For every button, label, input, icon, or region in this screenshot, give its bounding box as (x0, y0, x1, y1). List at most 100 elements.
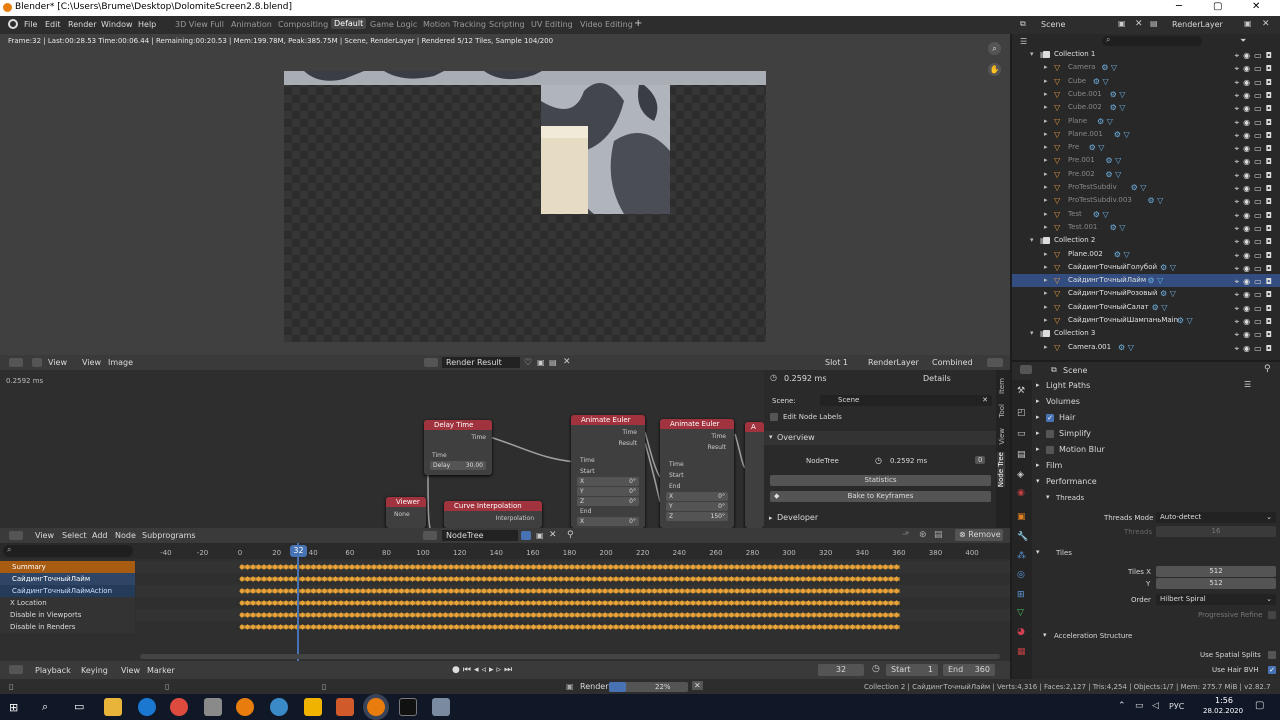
image-menu[interactable]: Image (108, 358, 133, 367)
visibility-toggles[interactable]: ⌖◉▭◘ (1235, 155, 1276, 168)
delete-layer-icon[interactable]: ✕ (1262, 19, 1270, 29)
dopesheet-timeline[interactable]: ⌕ 32 -40 -20 0 20 40 60 80 100 120 140 160 180 200 22… (0, 543, 1010, 661)
outliner-object-row[interactable]: ▸ ▽ Pre ⚙ ▽ ⌖◉▭◘ (1012, 141, 1280, 154)
snap-icon[interactable]: ⊛ (919, 530, 927, 540)
z-value[interactable]: 150° (711, 512, 725, 521)
parent-icon[interactable]: ⬏ (902, 530, 910, 540)
app-icon[interactable] (432, 698, 450, 716)
outliner-object-row[interactable]: ▸ ▽ Cube.001 ⚙ ▽ ⌖◉▭◘ (1012, 88, 1280, 101)
tab-item[interactable]: Item (998, 378, 1006, 394)
outliner-object-row[interactable]: ▸ ▽ СайдингТочныйГолубой ⚙ ▽ ⌖◉▭◘ (1012, 261, 1280, 274)
search-icon[interactable]: ⌕ (42, 700, 48, 714)
visibility-toggles[interactable]: ⌖◉▭◘ (1235, 315, 1276, 328)
channel-search-field[interactable]: ⌕ (3, 545, 133, 557)
overlay-icon[interactable]: ▤ (934, 530, 943, 540)
horizontal-scrollbar[interactable] (140, 654, 1000, 659)
view-menu-2[interactable]: View (82, 358, 101, 367)
clock-time[interactable]: 1:56 (1215, 696, 1233, 705)
expand-arrow-icon[interactable]: ▸ (1044, 301, 1048, 314)
new-tree-icon[interactable]: ▣ (536, 531, 544, 540)
visibility-toggles[interactable]: ⌖◉▭◘ (1235, 129, 1276, 142)
pass-selector[interactable]: Combined (932, 358, 973, 367)
outliner-object-row[interactable]: ▸ ▽ ProTestSubdiv.003 ⚙ ▽ ⌖◉▭◘ (1012, 194, 1280, 207)
playback-controls[interactable]: ●⏮◂◃▸▹⏭ (452, 665, 515, 675)
visibility-toggles[interactable]: ⌖◉▭◘ (1235, 235, 1276, 248)
node-curve-interpolation[interactable]: Curve Interpolation Interpolation (444, 501, 542, 528)
motion-blur-checkbox[interactable] (1046, 446, 1054, 454)
edge-icon[interactable] (138, 698, 156, 716)
modifier-icon[interactable]: ⚙ ▽ (1131, 181, 1147, 194)
start-frame-field[interactable]: Start 1 (886, 664, 938, 676)
expand-arrow-icon[interactable]: ▸ (1044, 287, 1048, 300)
menu-render[interactable]: Render (68, 20, 96, 29)
terminal-icon[interactable] (399, 698, 417, 716)
clear-icon[interactable]: ✕ (982, 395, 988, 406)
expand-arrow-icon[interactable]: ▾ (1030, 48, 1034, 61)
object-tab-icon[interactable]: ▣ (1017, 512, 1026, 522)
simplify-checkbox[interactable] (1046, 430, 1054, 438)
expand-arrow-icon[interactable]: ▸ (1044, 261, 1048, 274)
edit-labels-checkbox[interactable] (770, 413, 778, 421)
nodetree-name-field[interactable]: NodeTree (442, 530, 518, 541)
threads-mode-dropdown[interactable]: Auto-detect ⌄ (1156, 512, 1276, 523)
modifier-icon[interactable]: ⚙ ▽ (1093, 208, 1109, 221)
add-workspace-icon[interactable]: + (634, 18, 642, 29)
visibility-toggles[interactable]: ⌖◉▭◘ (1235, 62, 1276, 75)
modifier-tab-icon[interactable]: 🔧 (1017, 532, 1028, 542)
clock-date[interactable]: 28.02.2020 (1203, 707, 1243, 715)
modifier-icon[interactable]: ⚙ ▽ (1177, 314, 1193, 327)
visibility-toggles[interactable]: ⌖◉▭◘ (1235, 328, 1276, 341)
outliner-object-row[interactable]: ▸ ▽ Plane.001 ⚙ ▽ ⌖◉▭◘ (1012, 128, 1280, 141)
expand-arrow-icon[interactable]: ▸ (1044, 101, 1048, 114)
chrome-icon[interactable] (170, 698, 188, 716)
blender-active-icon[interactable] (367, 698, 385, 716)
channel-row[interactable]: Summary (0, 561, 135, 573)
tray-chevron-icon[interactable]: ⌃ (1118, 701, 1126, 711)
output-tab-icon[interactable]: ▭ (1017, 429, 1026, 439)
world-tab-icon[interactable]: ◉ (1017, 488, 1025, 498)
tiles-header[interactable]: Tiles (1056, 549, 1072, 557)
presets-icon[interactable]: ☰ (1244, 380, 1251, 389)
order-dropdown[interactable]: Hilbert Spiral ⌄ (1156, 594, 1276, 605)
modifier-icon[interactable]: ⚙ ▽ (1160, 287, 1176, 300)
new-scene-icon[interactable]: ▣ (1118, 19, 1126, 28)
language-indicator[interactable]: РУС (1169, 702, 1184, 711)
keyframe-area[interactable] (136, 559, 1010, 659)
modifier-icon[interactable]: ⚙ ▽ (1118, 341, 1134, 354)
developer-panel-header[interactable]: Developer (777, 513, 818, 522)
menu-edit[interactable]: Edit (45, 20, 61, 29)
modifier-icon[interactable]: ⚙ ▽ (1089, 141, 1105, 154)
outliner-collection-row[interactable]: ▾ ▤ Collection 2 ⌖◉▭◘ (1012, 234, 1280, 247)
visibility-toggles[interactable]: ⌖◉▭◘ (1235, 302, 1276, 315)
tab-scripting[interactable]: Scripting (489, 20, 525, 29)
channel-row[interactable]: Disable in Renders (0, 621, 135, 633)
bake-to-keyframes-button[interactable]: ◆ Bake to Keyframes (770, 491, 991, 502)
blender-taskbar-icon[interactable] (236, 698, 254, 716)
menu-help[interactable]: Help (138, 20, 156, 29)
end-frame-field[interactable]: End 360 (943, 664, 995, 676)
tab-default[interactable]: Default (331, 18, 367, 29)
app-icon[interactable] (336, 698, 354, 716)
statistics-button[interactable]: Statistics (770, 475, 991, 486)
node-animate-euler-2[interactable]: Animate Euler Time Result Time Start End… (660, 419, 734, 528)
tiles-x-field[interactable]: 512 (1156, 566, 1276, 577)
visibility-toggles[interactable]: ⌖◉▭◘ (1235, 288, 1276, 301)
expand-arrow-icon[interactable]: ▸ (1044, 194, 1048, 207)
editor-type-icon[interactable] (9, 358, 23, 367)
material-tab-icon[interactable]: ◕ (1017, 627, 1025, 637)
cancel-render-icon[interactable]: ✕ (692, 681, 703, 690)
modifier-icon[interactable]: ⚙ ▽ (1114, 248, 1130, 261)
tab-motion-tracking[interactable]: Motion Tracking (423, 20, 486, 29)
telegram-icon[interactable] (270, 698, 288, 716)
light-paths-header[interactable]: Light Paths (1046, 381, 1090, 390)
modifier-icon[interactable]: ⚙ ▽ (1097, 115, 1113, 128)
fake-user-shield-icon[interactable] (521, 531, 531, 540)
modifier-icon[interactable]: ⚙ ▽ (1152, 301, 1168, 314)
node-delay-time[interactable]: Delay Time Time Time Delay 30.00 (424, 420, 492, 475)
modifier-icon[interactable]: ⚙ ▽ (1110, 221, 1126, 234)
modifier-icon[interactable]: ⚙ ▽ (1093, 75, 1109, 88)
current-frame-indicator[interactable]: 32 (290, 545, 307, 557)
hair-header[interactable]: Hair (1059, 413, 1075, 422)
unlink-tree-icon[interactable]: ✕ (549, 530, 557, 540)
unlink-image-icon[interactable]: ✕ (563, 357, 571, 367)
